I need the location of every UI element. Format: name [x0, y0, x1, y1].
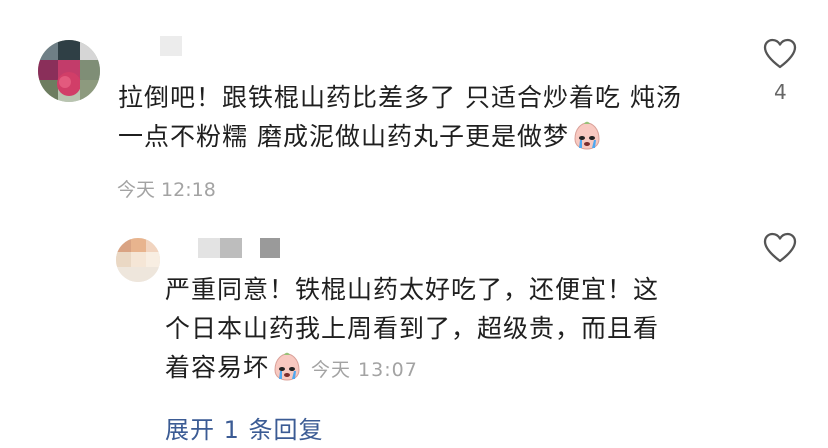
like-button[interactable]	[763, 38, 797, 74]
blur-mosaic	[198, 238, 242, 258]
heart-outline-icon	[763, 38, 797, 69]
comment-line: 着容易坏 今天 13:07	[165, 348, 725, 390]
crying-face-emoji-icon	[274, 352, 300, 381]
avatar-image	[116, 238, 160, 282]
comment-line: 一点不粉糯 磨成泥做山药丸子更是做梦	[118, 117, 738, 156]
comment-timestamp: 今天 12:18	[117, 179, 216, 201]
like-count: 4	[774, 80, 787, 104]
username-blurred[interactable]	[260, 238, 280, 258]
username-blurred[interactable]	[198, 238, 242, 258]
comment-line: 个日本山药我上周看到了，超级贵，而且看	[165, 314, 660, 343]
comment-text: 拉倒吧！跟铁棍山药比差多了 只适合炒着吃 炖汤 一点不粉糯 磨成泥做山药丸子更是…	[118, 78, 738, 156]
expand-replies-link[interactable]: 展开 1 条回复	[165, 410, 324, 445]
comment-line: 拉倒吧！跟铁棍山药比差多了 只适合炒着吃 炖汤	[118, 83, 682, 112]
avatar[interactable]	[38, 40, 100, 102]
heart-outline-icon	[763, 232, 797, 263]
comment-line: 严重同意！铁棍山药太好吃了，还便宜！这	[165, 275, 660, 304]
like-button[interactable]	[763, 232, 797, 268]
comment-text: 严重同意！铁棍山药太好吃了，还便宜！这 个日本山药我上周看到了，超级贵，而且看 …	[165, 270, 725, 390]
crying-face-emoji-icon	[574, 121, 600, 150]
avatar[interactable]	[116, 238, 160, 282]
avatar-image	[38, 40, 100, 102]
username-blurred[interactable]	[160, 36, 182, 56]
comment-timestamp: 今天 13:07	[311, 359, 418, 381]
